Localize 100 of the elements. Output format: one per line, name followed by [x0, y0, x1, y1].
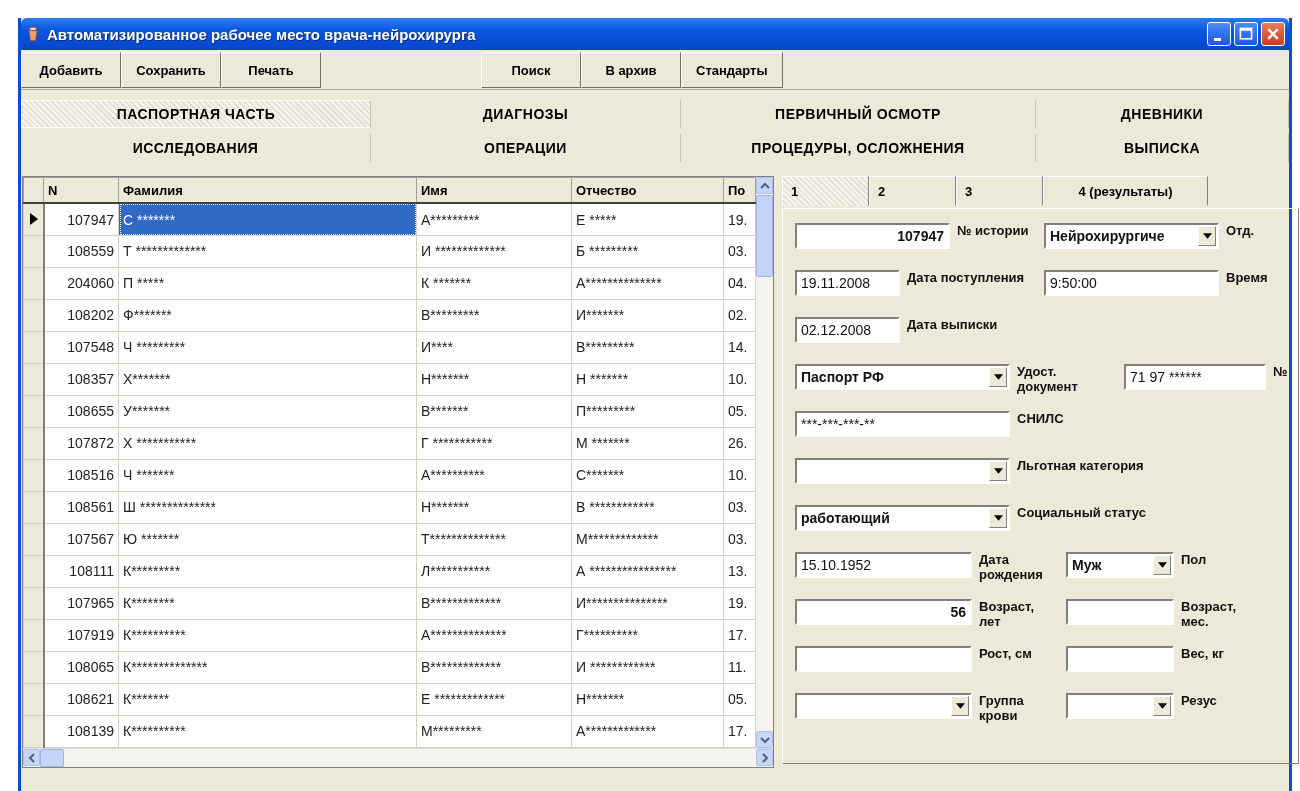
toolbar-button[interactable]: Печать [221, 52, 321, 88]
row-indicator[interactable] [23, 203, 44, 236]
dropdown-field[interactable]: работающий [795, 505, 1010, 531]
table-cell: К********** [118, 619, 417, 652]
table-cell: 14. [723, 331, 756, 364]
table-cell: 10. [723, 363, 756, 396]
input-field[interactable]: 02.12.2008 [795, 317, 900, 343]
field-label: Дата выписки [907, 317, 999, 332]
input-field[interactable]: 107947 [795, 223, 950, 249]
table-cell: Ю ******* [118, 523, 417, 556]
table-cell: К ******* [416, 267, 572, 300]
table-cell: 108139 [43, 715, 119, 748]
dropdown-field[interactable] [795, 693, 972, 719]
table-cell: К******** [118, 587, 417, 620]
table-cell: 05. [723, 683, 756, 716]
column-header[interactable]: Фамилия [118, 177, 417, 203]
window-title: Автоматизированное рабочее место врача-нейрохирурга [47, 25, 477, 43]
input-field[interactable]: 15.10.1952 [795, 552, 972, 578]
input-field[interactable]: 71 97 ****** [1124, 364, 1266, 390]
input-field[interactable]: 19.11.2008 [795, 270, 900, 296]
table-cell: И******* [571, 299, 724, 332]
table-cell: 107872 [43, 427, 119, 460]
dropdown-field[interactable]: Паспорт РФ [795, 364, 1010, 390]
table-cell: 03. [723, 235, 756, 268]
field-label: Удост. документ [1017, 364, 1079, 394]
horizontal-scrollbar[interactable] [23, 748, 773, 767]
table-cell: 03. [723, 523, 756, 556]
input-field[interactable]: ***-***-***-** [795, 411, 1010, 437]
column-header[interactable]: По [723, 177, 756, 203]
table-cell: Ш ************** [118, 491, 417, 524]
column-header[interactable]: Отчество [571, 177, 724, 203]
table-cell: К******* [118, 683, 417, 716]
scroll-thumb[interactable] [756, 195, 773, 277]
table-cell: Н******* [571, 683, 724, 716]
field-label: Социальный статус [1017, 505, 1147, 520]
table-cell: Е ***** [571, 203, 724, 236]
table-cell: Г********** [571, 619, 724, 652]
column-header[interactable]: Имя [416, 177, 572, 203]
scroll-thumb[interactable] [40, 749, 64, 767]
table-cell: К************** [118, 651, 417, 684]
table-cell: И*************** [571, 587, 724, 620]
dropdown-field[interactable]: Муж [1066, 552, 1174, 578]
minimize-icon [1213, 37, 1221, 41]
column-header[interactable]: N [43, 177, 119, 203]
scroll-right-icon[interactable] [759, 752, 770, 763]
toolbar-button[interactable]: Сохранить [121, 52, 221, 88]
form-tab[interactable]: 4 (результаты) [1043, 176, 1208, 206]
table-cell: К********* [118, 555, 417, 588]
table-cell: Г *********** [416, 427, 572, 460]
toolbar-button[interactable]: Стандарты [681, 52, 783, 88]
input-field[interactable]: 56 [795, 599, 972, 625]
table-cell: Б ********* [571, 235, 724, 268]
field-label: Вес, кг [1181, 646, 1225, 661]
table-cell: В********* [571, 331, 724, 364]
table-cell: А********* [416, 203, 572, 236]
vertical-scrollbar[interactable] [756, 177, 773, 748]
maximize-button[interactable] [1234, 22, 1258, 46]
table-cell: А************** [571, 267, 724, 300]
minimize-button[interactable] [1207, 22, 1231, 46]
dropdown-field[interactable] [795, 458, 1010, 484]
dropdown-field[interactable] [1066, 693, 1174, 719]
table-cell: А********** [416, 459, 572, 492]
table-cell: С ******* [118, 203, 417, 236]
field-label: Дата поступления [907, 270, 1026, 285]
toolbar-button[interactable]: Поиск [481, 52, 581, 88]
input-field[interactable]: 9:50:00 [1044, 270, 1219, 296]
input-field[interactable] [1066, 646, 1174, 672]
input-field[interactable] [795, 646, 972, 672]
input-field[interactable] [1066, 599, 1174, 625]
form-tab[interactable]: 2 [869, 176, 956, 206]
maximize-icon [1238, 26, 1254, 42]
section-tab[interactable]: ПАСПОРТНАЯ ЧАСТЬ [21, 100, 371, 128]
table-cell: 107965 [43, 587, 119, 620]
form-tab[interactable]: 3 [956, 176, 1043, 206]
scroll-left-icon[interactable] [26, 752, 37, 763]
form-tab[interactable]: 1 [782, 176, 869, 206]
table-cell: 108111 [43, 555, 119, 588]
field-label: Рост, см [979, 646, 1033, 661]
table-cell: 13. [723, 555, 756, 588]
close-button[interactable] [1261, 22, 1285, 46]
toolbar-button[interactable]: Добавить [21, 52, 121, 88]
table-cell: И ************* [416, 235, 572, 268]
scroll-down-icon[interactable] [759, 734, 770, 745]
table-cell: 108561 [43, 491, 119, 524]
table-cell: 03. [723, 491, 756, 524]
table-cell: М ******* [571, 427, 724, 460]
table-cell: 107947 [43, 203, 119, 236]
toolbar-button[interactable]: В архив [581, 52, 681, 88]
field-label: Возраст, лет [979, 599, 1036, 629]
scroll-up-icon[interactable] [759, 180, 770, 191]
dropdown-field[interactable]: Нейрохирургиче [1044, 223, 1219, 249]
table-cell: У******* [118, 395, 417, 428]
table-cell: 108357 [43, 363, 119, 396]
field-label: СНИЛС [1017, 411, 1065, 426]
table-cell: В******* [416, 395, 572, 428]
field-label: Пол [1181, 552, 1208, 567]
table-cell: П ***** [118, 267, 417, 300]
table-cell: М************* [571, 523, 724, 556]
table-cell: А************* [571, 715, 724, 748]
field-label: Резус [1181, 693, 1218, 708]
